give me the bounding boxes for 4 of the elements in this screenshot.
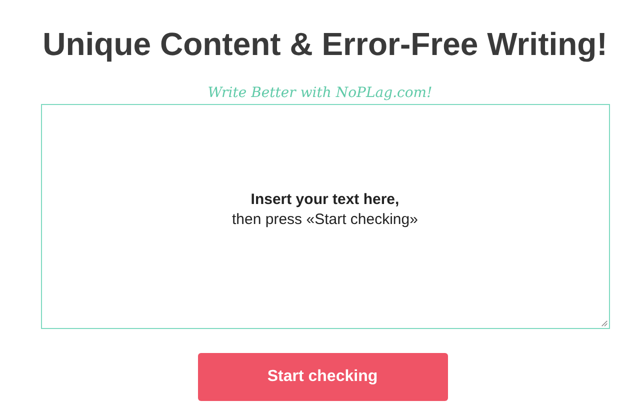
page-heading: Unique Content & Error-Free Writing! xyxy=(42,25,608,64)
tagline: Write Better with NoPLag.com! xyxy=(208,84,432,102)
resize-grip-icon[interactable] xyxy=(600,320,608,327)
text-input-area[interactable]: Insert your text here, then press «Start checking» xyxy=(40,104,610,329)
